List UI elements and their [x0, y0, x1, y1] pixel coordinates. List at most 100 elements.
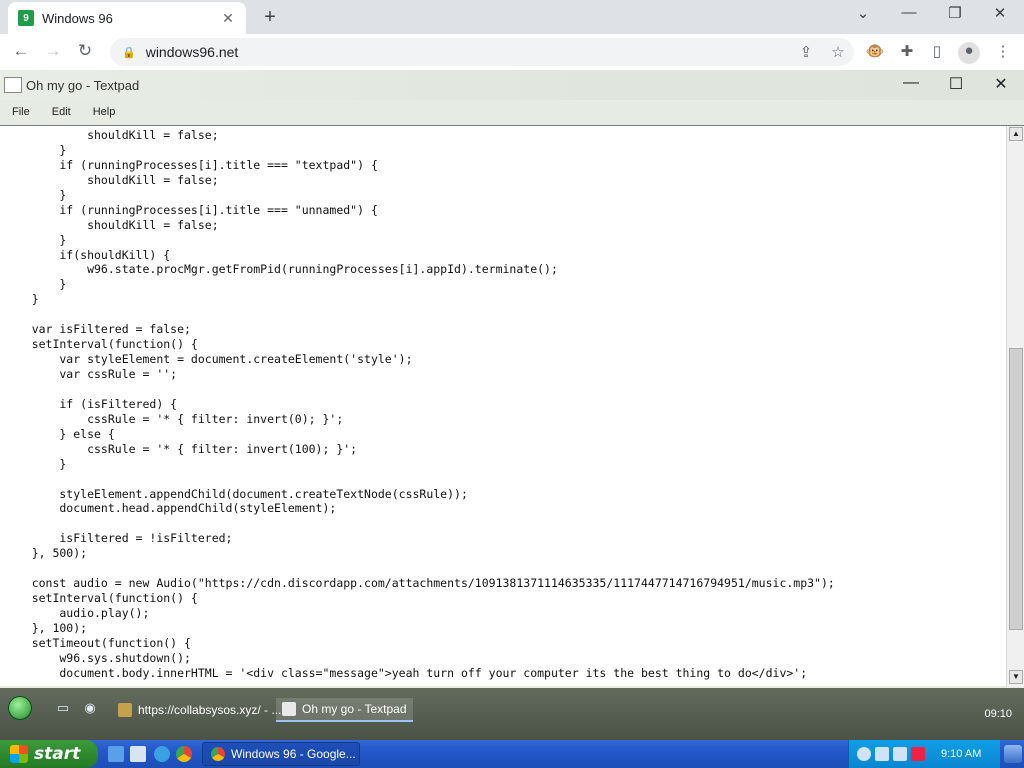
menu-file[interactable]: File	[12, 106, 30, 118]
folder-icon[interactable]: ▭	[55, 700, 71, 716]
code-line: audio.play();	[4, 606, 150, 620]
minimize-window-button[interactable]: —	[894, 4, 924, 21]
text-editor[interactable]: shouldKill = false; } if (runningProcess…	[0, 125, 1024, 687]
alert-icon[interactable]	[911, 747, 925, 761]
browser-toolbar: ← → ↻ 🔒 windows96.net ⇪ ☆ 🐵 ✚ ▯ ● ⋮	[0, 34, 1024, 70]
browser-app-icon	[118, 703, 132, 717]
textpad-minimize-button[interactable]: —	[896, 74, 926, 92]
textpad-menubar: File Edit Help	[0, 100, 1024, 124]
w96-start-button[interactable]	[8, 696, 32, 720]
tray-arrow-icon[interactable]	[857, 747, 871, 761]
code-line: var styleElement = document.createElemen…	[4, 352, 413, 367]
code-line: const audio = new Audio("https://cdn.dis…	[4, 576, 835, 591]
bookmark-star-icon[interactable]: ☆	[822, 43, 854, 61]
xp-start-button[interactable]: start	[0, 740, 98, 768]
code-line: shouldKill = false;	[4, 172, 219, 187]
close-window-button[interactable]: ✕	[985, 4, 1015, 22]
volume-icon[interactable]	[893, 747, 907, 761]
w96-taskbar: ▭ ◉ https://collabsysos.xyz/ - ... Oh my…	[0, 688, 1024, 740]
browser-tab[interactable]: 9 Windows 96 ✕	[8, 2, 246, 34]
reload-icon[interactable]: ↻	[70, 41, 100, 61]
forward-arrow-icon[interactable]: →	[38, 41, 68, 61]
textpad-title: Oh my go - Textpad	[26, 77, 140, 93]
show-desktop-corner-icon[interactable]	[1004, 745, 1022, 763]
address-url[interactable]: windows96.net	[146, 44, 790, 60]
textpad-maximize-button[interactable]: ☐	[941, 74, 971, 94]
menu-help[interactable]: Help	[93, 106, 116, 118]
code-line: cssRule = '* { filter: invert(100); }';	[4, 441, 358, 456]
share-icon[interactable]: ⇪	[790, 43, 822, 61]
explorer-icon[interactable]	[130, 746, 146, 762]
code-line: }	[4, 277, 67, 292]
menu-edit[interactable]: Edit	[52, 106, 71, 118]
code-line: cssRule = '* { filter: invert(0); }';	[4, 411, 344, 426]
code-line: if(shouldKill) {	[4, 247, 171, 262]
extension-monkey-icon[interactable]: 🐵	[864, 42, 886, 64]
network-icon[interactable]	[875, 747, 889, 761]
textpad-close-button[interactable]: ✕	[986, 74, 1016, 94]
scroll-down-arrow-icon[interactable]: ▼	[1009, 670, 1023, 684]
windows96-desktop: Oh my go - Textpad — ☐ ✕ File Edit Help …	[0, 70, 1024, 740]
code-line: if (runningProcesses[i].title === "textp…	[4, 157, 378, 172]
textpad-task-icon	[282, 702, 296, 716]
restore-window-button[interactable]: ❐	[940, 4, 970, 22]
tab-title: Windows 96	[42, 10, 113, 26]
code-textarea[interactable]: shouldKill = false; } if (runningProcess…	[4, 126, 1002, 684]
code-line: }	[4, 292, 39, 307]
show-desktop-icon[interactable]	[108, 746, 124, 762]
code-line: }	[4, 142, 67, 157]
code-line: w96.sys.shutdown();	[4, 650, 191, 665]
code-line: document.head.appendChild(styleElement);	[4, 501, 337, 516]
code-line: }	[4, 232, 67, 247]
vertical-scrollbar[interactable]: ▲ ▼	[1006, 126, 1024, 687]
scroll-up-arrow-icon[interactable]: ▲	[1009, 127, 1023, 141]
code-line: var isFiltered = false;	[4, 322, 191, 337]
w96-clock: 09:10	[984, 708, 1012, 720]
code-line: setTimeout(function() {	[4, 635, 191, 650]
tab-search-icon[interactable]: ⌄	[848, 4, 878, 22]
w96-task-textpad[interactable]: Oh my go - Textpad	[276, 698, 413, 722]
textpad-app-icon	[4, 77, 22, 93]
xp-task-label: Windows 96 - Google...	[231, 747, 356, 761]
textpad-titlebar[interactable]: Oh my go - Textpad — ☐ ✕	[0, 70, 1024, 100]
code-line: }, 500);	[4, 546, 88, 561]
back-arrow-icon[interactable]: ←	[6, 41, 36, 61]
profile-icon[interactable]: ●	[958, 42, 980, 64]
sidepanel-icon[interactable]: ▯	[926, 42, 948, 64]
code-line: document.body.innerHTML = '<div class="m…	[4, 665, 808, 680]
kebab-menu-icon[interactable]: ⋮	[992, 42, 1014, 64]
tab-close-icon[interactable]: ✕	[220, 10, 236, 27]
code-line: shouldKill = false;	[4, 128, 219, 142]
chrome-quicklaunch-icon[interactable]	[176, 746, 192, 762]
code-line: setInterval(function() {	[4, 337, 198, 352]
code-line: }	[4, 456, 67, 471]
scroll-thumb[interactable]	[1009, 348, 1023, 630]
code-line: styleElement.appendChild(document.create…	[4, 486, 468, 501]
code-line: var cssRule = '';	[4, 367, 178, 381]
code-line: if (isFiltered) {	[4, 396, 178, 411]
textpad-window: Oh my go - Textpad — ☐ ✕ File Edit Help …	[0, 70, 1024, 688]
browser-tabstrip: 9 Windows 96 ✕ + ⌄ — ❐ ✕	[0, 0, 1024, 34]
puzzle-icon[interactable]: ✚	[896, 42, 918, 64]
code-line: }, 100);	[4, 620, 88, 635]
code-line: }	[4, 187, 67, 202]
w96-task-label: https://collabsysos.xyz/ - ...	[138, 703, 282, 717]
windows-flag-icon	[10, 745, 28, 763]
edge-icon[interactable]	[154, 746, 170, 762]
start-label: start	[34, 744, 81, 764]
xp-clock: 9:10 AM	[941, 748, 982, 760]
lock-icon[interactable]: 🔒	[122, 46, 136, 59]
address-bar[interactable]: 🔒 windows96.net ⇪ ☆	[110, 38, 854, 66]
w96-task-browser[interactable]: https://collabsysos.xyz/ - ...	[112, 698, 287, 722]
chrome-icon	[211, 747, 225, 761]
code-line: w96.state.procMgr.getFromPid(runningProc…	[4, 262, 558, 277]
code-line: } else {	[4, 426, 115, 441]
search-icon[interactable]: ◉	[82, 700, 98, 716]
xp-task-chrome[interactable]: Windows 96 - Google...	[202, 742, 360, 766]
code-line: if (runningProcesses[i].title === "unnam…	[4, 202, 378, 217]
new-tab-button[interactable]: +	[258, 6, 282, 29]
code-line: isFiltered = !isFiltered;	[4, 531, 233, 546]
windows96-favicon-icon: 9	[18, 10, 34, 26]
